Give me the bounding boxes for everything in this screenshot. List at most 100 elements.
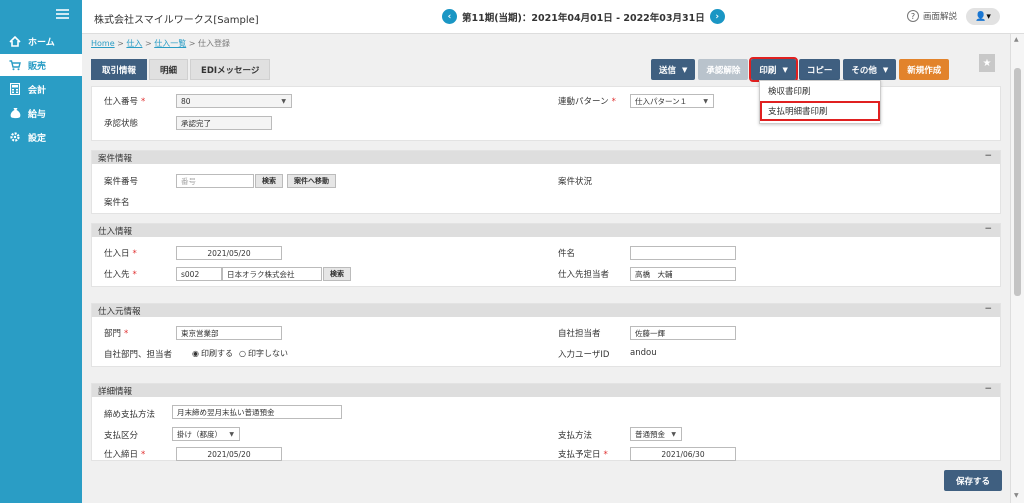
save-button[interactable]: 保存する: [944, 470, 1002, 491]
goto-case-button[interactable]: 案件へ移動: [287, 174, 336, 188]
dept-input[interactable]: 東京営業部: [176, 326, 282, 340]
case-info-panel: 案件情報 − 案件番号 番号 検索 案件へ移動 案件名 案件状況: [91, 150, 1001, 214]
pay-method-label: 支払方法: [558, 431, 593, 441]
staff-input[interactable]: 佐藤一輝: [630, 326, 736, 340]
top-bar: 株式会社スマイルワークス[Sample] ‹ 第11期(当期)：2021年04月…: [82, 0, 1024, 34]
breadcrumb-sep: >: [188, 39, 196, 48]
app-root: ホーム 販売 会計 給与 設定 株式会社スマイルワークス[Sample] ‹ 第…: [0, 0, 1024, 503]
approval-status-field: 承認完了: [176, 116, 272, 130]
star-icon[interactable]: ★: [979, 54, 995, 72]
sidebar-item-label: 設定: [28, 133, 47, 144]
supplier-search-button[interactable]: 検索: [323, 267, 351, 281]
help-icon: ?: [907, 10, 919, 22]
sidebar-item-label: 販売: [28, 61, 47, 72]
main-content: Home > 仕入 > 仕入一覧 > 仕入登録 取引情報 明細 EDIメッセージ…: [82, 34, 1010, 503]
due-date-input[interactable]: 2021/06/30: [630, 447, 736, 461]
company-name: 株式会社スマイルワークス[Sample]: [94, 15, 259, 26]
sidebar: ホーム 販売 会計 給与 設定: [0, 0, 82, 503]
collapse-icon[interactable]: −: [984, 384, 992, 394]
home-icon: [8, 35, 22, 47]
fiscal-period-label: 第11期(当期)：2021年04月01日 - 2022年03月31日: [462, 12, 705, 24]
cart-icon: [8, 59, 22, 71]
sidebar-item-settings[interactable]: 設定: [0, 126, 82, 148]
sidebar-item-sales[interactable]: 販売: [0, 54, 82, 76]
supplier-label: 仕入先 *: [104, 270, 137, 280]
tab-transaction-info[interactable]: 取引情報: [91, 59, 148, 80]
scroll-down-icon[interactable]: ▼: [1014, 492, 1019, 499]
send-button[interactable]: 送信 ▼: [651, 59, 696, 80]
close-date-input[interactable]: 2021/05/20: [176, 447, 282, 461]
sidebar-item-home[interactable]: ホーム: [0, 30, 82, 52]
case-search-button[interactable]: 検索: [255, 174, 283, 188]
print-button[interactable]: 印刷 ▼: [749, 57, 798, 82]
closing-method-input[interactable]: 月末締め翌月末払い普通預金: [172, 405, 342, 419]
input-user-value: andou: [630, 348, 657, 358]
purchase-source-panel: 仕入元情報 − 部門 * 東京営業部 自社部門、担当者 ◉ 印刷する ○ 印字しない…: [91, 303, 1001, 367]
copy-button[interactable]: コピー: [798, 59, 841, 80]
new-button[interactable]: 新規作成: [899, 59, 950, 80]
hamburger-menu-icon[interactable]: [56, 9, 69, 19]
staff-label: 自社担当者: [558, 329, 601, 339]
sidebar-item-label: 会計: [28, 85, 47, 96]
case-status-label: 案件状況: [558, 177, 593, 187]
case-info-header: 案件情報 −: [92, 151, 1000, 164]
prev-period-icon[interactable]: ‹: [442, 9, 457, 24]
tab-bar: 取引情報 明細 EDIメッセージ: [91, 59, 272, 80]
subject-input[interactable]: [630, 246, 736, 260]
purchase-info-header: 仕入情報 −: [92, 224, 1000, 237]
subject-label: 件名: [558, 249, 576, 259]
unapprove-button[interactable]: 承認解除: [698, 59, 749, 80]
next-period-icon[interactable]: ›: [709, 9, 725, 24]
close-date-label: 仕入締日 *: [104, 450, 146, 460]
other-button[interactable]: その他 ▼: [843, 59, 897, 80]
purchase-source-header: 仕入元情報 −: [92, 304, 1000, 317]
purchase-date-input[interactable]: 2021/05/20: [176, 246, 282, 260]
menu-item-payment-statement-print[interactable]: 支払明細書印刷: [760, 101, 880, 121]
tab-details[interactable]: 明細: [149, 59, 189, 80]
print-off-radio[interactable]: ○ 印字しない: [239, 348, 288, 359]
due-date-label: 支払予定日 *: [558, 450, 608, 460]
calculator-icon: [8, 83, 22, 95]
supplier-code-input[interactable]: s002: [176, 267, 222, 281]
breadcrumb-purchase[interactable]: 仕入: [126, 39, 142, 48]
breadcrumb-purchase-list[interactable]: 仕入一覧: [154, 39, 186, 48]
help-link[interactable]: ? 画面解説: [907, 10, 957, 22]
radio-unchecked-icon: ○: [239, 349, 246, 358]
collapse-icon[interactable]: −: [984, 224, 992, 234]
case-no-label: 案件番号: [104, 177, 139, 187]
fiscal-period-nav: ‹ 第11期(当期)：2021年04月01日 - 2022年03月31日 ›: [442, 9, 725, 24]
case-no-input[interactable]: 番号: [176, 174, 254, 188]
print-on-radio[interactable]: ◉ 印刷する: [192, 348, 233, 359]
scrollbar[interactable]: ▲ ▼: [1010, 34, 1024, 503]
breadcrumb-current: 仕入登録: [198, 39, 231, 48]
pattern-label: 連動パターン *: [558, 97, 616, 107]
caret-down-icon: ▼: [682, 65, 688, 74]
detail-info-panel: 詳細情報 − 締め支払方法 月末締め翌月末払い普通預金 支払区分 掛け（都度） ▼ …: [91, 383, 1001, 461]
supplier-name-input[interactable]: 日本オラク株式会社: [222, 267, 322, 281]
pattern-select[interactable]: 仕入パターン１ ▼: [630, 94, 714, 108]
purchase-no-select[interactable]: 80 ▼: [176, 94, 292, 108]
scroll-up-icon[interactable]: ▲: [1014, 36, 1019, 43]
collapse-icon[interactable]: −: [984, 304, 992, 314]
money-bag-icon: [8, 107, 22, 119]
purchase-info-panel: 仕入情報 − 仕入日 * 2021/05/20 仕入先 * s002 日本オラク株式会…: [91, 223, 1001, 287]
closing-method-label: 締め支払方法: [104, 410, 156, 420]
pay-type-select[interactable]: 掛け（都度） ▼: [172, 427, 240, 441]
user-menu-icon[interactable]: 👤▾: [966, 8, 1000, 25]
other-label: その他: [851, 65, 877, 76]
breadcrumb-home[interactable]: Home: [91, 39, 115, 48]
scrollbar-thumb[interactable]: [1014, 68, 1021, 296]
sidebar-item-payroll[interactable]: 給与: [0, 102, 82, 124]
menu-item-inspection-print[interactable]: 検収書印刷: [760, 81, 880, 101]
tab-edi-message[interactable]: EDIメッセージ: [190, 59, 271, 80]
self-dept-staff-label: 自社部門、担当者: [104, 350, 173, 360]
chevron-down-icon: ▼: [671, 430, 676, 438]
sidebar-item-accounting[interactable]: 会計: [0, 78, 82, 100]
purchase-no-label: 仕入番号 *: [104, 97, 146, 107]
collapse-icon[interactable]: −: [984, 151, 992, 161]
supplier-contact-input[interactable]: 高橋 大輔: [630, 267, 736, 281]
pay-method-select[interactable]: 普通預金 ▼: [630, 427, 682, 441]
caret-down-icon: ▼: [782, 65, 788, 74]
purchase-date-label: 仕入日 *: [104, 249, 137, 259]
input-user-label: 入力ユーザID: [558, 350, 610, 360]
